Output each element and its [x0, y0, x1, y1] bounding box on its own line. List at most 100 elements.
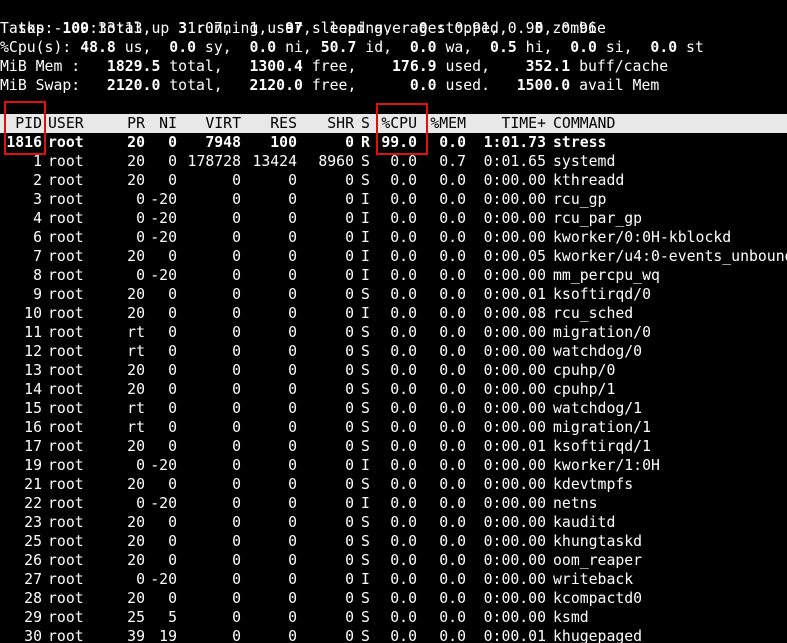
cell-ni: 0: [168, 362, 177, 379]
cell-command: rcu_sched: [553, 305, 634, 322]
summary-segment: 0: [418, 20, 428, 37]
cell-time: 0:00.00: [483, 514, 546, 531]
cell-s: S: [361, 400, 370, 417]
table-row[interactable]: 22 root 0 -20 0 0 0 I 0.0 0.0 0:00.00 netns: [0, 494, 787, 513]
table-row[interactable]: 21 root 20 0 0 0 0 S 0.0 0.0 0:00.00 kdevtmpfs: [0, 475, 787, 494]
table-row[interactable]: 12 root rt 0 0 0 0 S 0.0 0.0 0:00.00 watchdog/0: [0, 342, 787, 361]
cell-s: S: [361, 438, 370, 455]
cell-time: 0:00.00: [483, 324, 546, 341]
cell-time: 0:00.05: [483, 248, 546, 265]
cell-ni: 0: [168, 514, 177, 531]
cell-virt: 0: [232, 305, 241, 322]
table-row[interactable]: 11 root rt 0 0 0 0 S 0.0 0.0 0:00.00 migration/0: [0, 323, 787, 342]
cell-time: 0:00.00: [483, 476, 546, 493]
table-row[interactable]: 17 root 20 0 0 0 0 S 0.0 0.0 0:00.01 ksoftirqd/1: [0, 437, 787, 456]
cell-pr: 20: [127, 153, 145, 170]
cell-mem: 0.0: [439, 267, 466, 284]
table-row[interactable]: 15 root rt 0 0 0 0 S 0.0 0.0 0:00.00 watchdog/1: [0, 399, 787, 418]
table-row[interactable]: 4 root 0 -20 0 0 0 I 0.0 0.0 0:00.00 rcu_par_gp: [0, 209, 787, 228]
table-row[interactable]: 29 root 25 5 0 0 0 S 0.0 0.0 0:00.00 ksmd: [0, 608, 787, 627]
table-row[interactable]: 19 root 0 -20 0 0 0 I 0.0 0.0 0:00.00 kworker/1:0H: [0, 456, 787, 475]
column-header-virt[interactable]: VIRT: [180, 114, 241, 133]
cell-pid: 8: [33, 267, 42, 284]
cell-pid: 27: [24, 571, 42, 588]
cell-user: root: [48, 267, 84, 284]
cell-cpu: 0.0: [390, 229, 417, 246]
cell-shr: 0: [345, 457, 354, 474]
cell-virt: 0: [232, 191, 241, 208]
table-row[interactable]: 26 root 20 0 0 0 0 S 0.0 0.0 0:00.00 oom_reaper: [0, 551, 787, 570]
cell-mem: 0.0: [439, 305, 466, 322]
cell-pid: 17: [24, 438, 42, 455]
column-header-ni[interactable]: NI: [140, 114, 177, 133]
column-header-state[interactable]: S: [361, 114, 370, 133]
table-row[interactable]: 3 root 0 -20 0 0 0 I 0.0 0.0 0:00.00 rcu_gp: [0, 190, 787, 209]
cell-mem: 0.0: [439, 609, 466, 626]
summary-segment: 0.0: [570, 39, 597, 56]
cell-cpu: 0.0: [390, 305, 417, 322]
cell-mem: 0.0: [439, 229, 466, 246]
cell-s: S: [361, 419, 370, 436]
table-row[interactable]: 8 root 0 -20 0 0 0 I 0.0 0.0 0:00.00 mm_percpu_wq: [0, 266, 787, 285]
cell-command: kworker/u4:0-events_unbound: [553, 248, 787, 265]
summary-segment: used,: [436, 58, 526, 75]
table-row[interactable]: 30 root 39 19 0 0 0 S 0.0 0.0 0:00.01 khugepaged: [0, 627, 787, 643]
table-row[interactable]: 9 root 20 0 0 0 0 S 0.0 0.0 0:00.01 ksoftirqd/0: [0, 285, 787, 304]
cell-command: kcompactd0: [553, 590, 643, 607]
cell-time: 0:00.00: [483, 362, 546, 379]
cell-command: systemd: [553, 153, 616, 170]
table-row[interactable]: 2 root 20 0 0 0 0 S 0.0 0.0 0:00.00 kthreadd: [0, 171, 787, 190]
column-header-res[interactable]: RES: [245, 114, 297, 133]
summary-segment: total,: [160, 58, 250, 75]
cell-shr: 0: [345, 362, 354, 379]
table-row[interactable]: 10 root 20 0 0 0 0 I 0.0 0.0 0:00.08 rcu_sched: [0, 304, 787, 323]
column-header-pr[interactable]: PR: [105, 114, 145, 133]
cell-s: S: [361, 286, 370, 303]
cell-mem: 0.0: [439, 457, 466, 474]
cell-shr: 0: [345, 134, 354, 151]
cell-pr: 20: [127, 590, 145, 607]
cell-virt: 0: [232, 514, 241, 531]
table-row[interactable]: 16 root rt 0 0 0 0 S 0.0 0.0 0:00.00 migration/1: [0, 418, 787, 437]
cell-res: 0: [288, 286, 297, 303]
summary-segment: ni,: [276, 39, 321, 56]
cell-res: 0: [288, 495, 297, 512]
column-header-command[interactable]: COMMAND: [553, 114, 615, 133]
table-row[interactable]: 14 root 20 0 0 0 0 S 0.0 0.0 0:00.00 cpuhp/1: [0, 380, 787, 399]
cell-virt: 0: [232, 628, 241, 643]
table-row[interactable]: 25 root 20 0 0 0 0 S 0.0 0.0 0:00.00 khungtaskd: [0, 532, 787, 551]
cell-pid: 10: [24, 305, 42, 322]
cell-s: S: [361, 381, 370, 398]
cell-res: 0: [288, 533, 297, 550]
cell-shr: 0: [345, 286, 354, 303]
cell-res: 0: [288, 514, 297, 531]
table-row[interactable]: 6 root 0 -20 0 0 0 I 0.0 0.0 0:00.00 kworker/0:0H-k…: [0, 228, 787, 247]
table-row[interactable]: 7 root 20 0 0 0 0 I 0.0 0.0 0:00.05 kworker/u4:0-ev…: [0, 247, 787, 266]
cell-command: kdevtmpfs: [553, 476, 634, 493]
table-row[interactable]: 13 root 20 0 0 0 0 S 0.0 0.0 0:00.00 cpuhp/0: [0, 361, 787, 380]
column-header-shr[interactable]: SHR: [300, 114, 354, 133]
summary-segment: 0.0: [169, 39, 197, 56]
cell-time: 0:00.00: [483, 457, 546, 474]
cell-pr: 25: [127, 609, 145, 626]
cell-s: I: [361, 457, 370, 474]
summary-segment: hi,: [516, 39, 571, 56]
column-header-time[interactable]: TIME+: [470, 114, 546, 133]
column-header-user[interactable]: USER: [48, 114, 84, 133]
summary-segment: 0: [534, 20, 544, 37]
cell-s: S: [361, 324, 370, 341]
cell-pr: rt: [127, 324, 145, 341]
cell-command: kworker/0:0H-kblockd: [553, 229, 732, 246]
cell-command: ksoftirqd/1: [553, 438, 651, 455]
cpu-highlight-box: [376, 103, 428, 155]
cell-shr: 0: [345, 324, 354, 341]
cell-shr: 0: [345, 305, 354, 322]
table-row[interactable]: 23 root 20 0 0 0 0 S 0.0 0.0 0:00.00 kauditd: [0, 513, 787, 532]
cell-pr: 20: [127, 134, 145, 151]
cell-pr: 39: [127, 628, 145, 643]
cell-time: 0:00.00: [483, 172, 546, 189]
cell-mem: 0.0: [439, 533, 466, 550]
table-row[interactable]: 27 root 0 -20 0 0 0 I 0.0 0.0 0:00.00 writeback: [0, 570, 787, 589]
table-row[interactable]: 28 root 20 0 0 0 0 S 0.0 0.0 0:00.00 kcompactd0: [0, 589, 787, 608]
cell-user: root: [48, 628, 84, 643]
